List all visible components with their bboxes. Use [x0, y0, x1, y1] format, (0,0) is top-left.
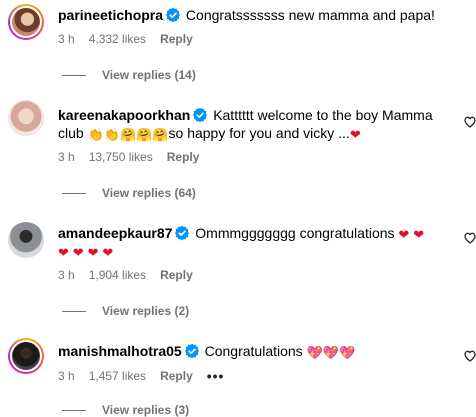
comment-username[interactable]: parineetichopra — [58, 7, 163, 23]
view-replies-label: View replies (14) — [102, 68, 196, 82]
view-replies-label: View replies (64) — [102, 186, 196, 200]
view-replies-button[interactable]: View replies (14) — [62, 68, 196, 82]
verified-badge-icon — [175, 226, 190, 240]
comment-username[interactable]: amandeepkaur87 — [58, 225, 172, 241]
sparkle-heart-emoji-icon: 💖 — [338, 345, 356, 360]
verified-badge-icon — [184, 344, 199, 358]
view-replies-label: View replies (3) — [102, 403, 190, 417]
comment-time[interactable]: 3 h — [58, 369, 75, 383]
comment-meta: 3 h 13,750 likes Reply — [58, 150, 199, 164]
verified-badge-icon — [166, 8, 181, 22]
hug-emoji-icon: 🤗 — [119, 127, 137, 142]
view-replies-button[interactable]: View replies (2) — [62, 304, 189, 318]
reply-button[interactable]: Reply — [160, 32, 193, 46]
avatar[interactable] — [8, 338, 44, 374]
red-heart-emoji-icon: ❤ — [349, 127, 361, 142]
red-heart-emoji-icon: ❤ — [102, 245, 114, 260]
reply-button[interactable]: Reply — [160, 369, 193, 383]
hug-emoji-icon: 🤗 — [136, 127, 153, 142]
comment-text-continued: so happy for you and vicky ... — [168, 125, 350, 141]
red-heart-emoji-icon: ❤ — [398, 227, 410, 242]
more-options-icon[interactable]: ••• — [207, 368, 225, 384]
comment-meta: 3 h 1,904 likes Reply — [58, 268, 193, 282]
divider-line — [62, 409, 86, 411]
comment-likes[interactable]: 1,904 likes — [89, 268, 146, 282]
comment-text: Ommmggggggg congratulations — [195, 225, 395, 241]
divider-line — [62, 74, 86, 76]
comment-time[interactable]: 3 h — [58, 268, 75, 282]
divider-line — [62, 310, 86, 312]
comment-meta: 3 h 4,332 likes Reply — [58, 32, 193, 46]
comment-username[interactable]: kareenakapoorkhan — [58, 107, 190, 123]
red-heart-emoji-icon: ❤ — [72, 245, 84, 260]
hug-emoji-icon: 🤗 — [152, 127, 169, 142]
sparkle-heart-emoji-icon: 💖 — [322, 345, 339, 360]
reply-button[interactable]: Reply — [167, 150, 200, 164]
comment-text: Congratulations — [204, 343, 303, 359]
sparkle-heart-emoji-icon: 💖 — [306, 345, 323, 360]
comment-likes[interactable]: 4,332 likes — [89, 32, 146, 46]
comment-likes[interactable]: 1,457 likes — [89, 369, 146, 383]
clap-emoji-icon: 👏 — [87, 127, 104, 142]
red-heart-emoji-icon: ❤ — [58, 245, 69, 260]
comment-username[interactable]: manishmalhotra05 — [58, 343, 182, 359]
view-replies-button[interactable]: View replies (3) — [62, 403, 189, 417]
clap-emoji-icon: 👏 — [103, 127, 120, 142]
verified-badge-icon — [193, 108, 208, 122]
comment-time[interactable]: 3 h — [58, 150, 75, 164]
red-heart-emoji-icon: ❤ — [413, 227, 425, 242]
reply-button[interactable]: Reply — [160, 268, 193, 282]
view-replies-button[interactable]: View replies (64) — [62, 186, 196, 200]
comment-text: Congratsssssss new mamma and papa! — [185, 7, 435, 23]
heart-outline-icon[interactable] — [464, 232, 476, 244]
divider-line — [62, 192, 86, 194]
comment-meta: 3 h 1,457 likes Reply ••• — [58, 368, 224, 384]
avatar[interactable] — [8, 100, 44, 136]
avatar[interactable] — [8, 4, 44, 40]
view-replies-label: View replies (2) — [102, 304, 190, 318]
heart-outline-icon[interactable] — [464, 116, 476, 128]
red-heart-emoji-icon: ❤ — [87, 245, 99, 260]
heart-outline-icon[interactable] — [464, 350, 476, 362]
avatar[interactable] — [8, 222, 44, 258]
comment-time[interactable]: 3 h — [58, 32, 75, 46]
comment-likes[interactable]: 13,750 likes — [89, 150, 153, 164]
